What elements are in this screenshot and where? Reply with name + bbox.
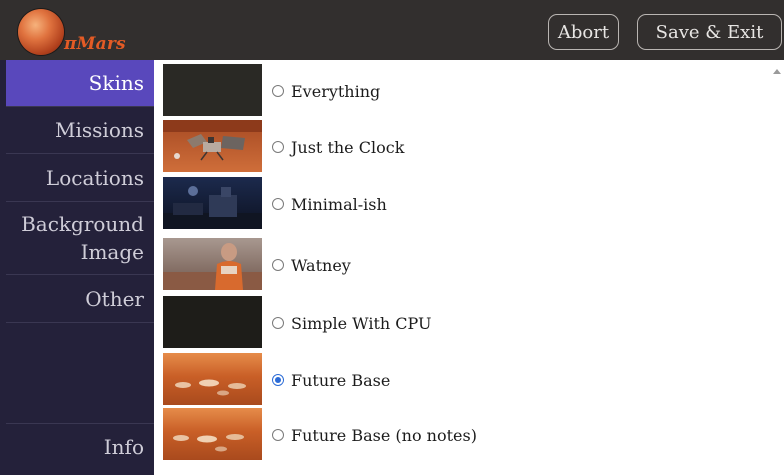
- list-item: Future Base (no notes): [163, 408, 763, 460]
- scroll-up-arrow-icon[interactable]: [773, 69, 781, 74]
- skin-thumbnail-dark[interactable]: [163, 64, 262, 116]
- sidebar-item-skins[interactable]: Skins: [6, 60, 154, 107]
- sidebar-item-label-line2: Image: [80, 240, 144, 264]
- skin-thumbnail-lander[interactable]: [163, 120, 262, 172]
- skin-radio-future-base[interactable]: [272, 374, 284, 386]
- header-bar: πMars Abort Save & Exit: [0, 0, 784, 60]
- skin-thumbnail-dark[interactable]: [163, 296, 262, 348]
- skin-label: Just the Clock: [291, 138, 405, 157]
- sidebar-item-other[interactable]: Other: [6, 275, 154, 323]
- scrollbar[interactable]: [770, 60, 784, 475]
- list-item: Everything: [163, 64, 763, 116]
- skin-label: Future Base: [291, 371, 391, 390]
- mars-logo-icon: [18, 9, 64, 55]
- skin-radio-everything[interactable]: [272, 85, 284, 97]
- sidebar-item-label: Background: [21, 212, 144, 236]
- skin-thumbnail-astronaut[interactable]: [163, 238, 262, 290]
- sidebar-item-locations[interactable]: Locations: [6, 154, 154, 202]
- list-item: Simple With CPU: [163, 296, 763, 348]
- skin-label: Simple With CPU: [291, 314, 432, 333]
- sidebar-item-info[interactable]: Info: [6, 423, 154, 470]
- list-item: Minimal-ish: [163, 177, 763, 229]
- save-exit-button[interactable]: Save & Exit: [637, 14, 782, 50]
- sidebar-item-label: Locations: [45, 165, 144, 190]
- skin-radio-watney[interactable]: [272, 259, 284, 271]
- skin-radio-just-the-clock[interactable]: [272, 141, 284, 153]
- skin-radio-minimal-ish[interactable]: [272, 198, 284, 210]
- skin-radio-future-base-no-notes[interactable]: [272, 429, 284, 441]
- list-item: Just the Clock: [163, 120, 763, 172]
- list-item: Watney: [163, 238, 763, 290]
- abort-button[interactable]: Abort: [548, 14, 619, 50]
- sidebar-item-label: Info: [103, 435, 144, 459]
- skin-thumbnail-mars-base[interactable]: [163, 353, 262, 405]
- skin-label: Watney: [291, 256, 351, 275]
- sidebar-item-missions[interactable]: Missions: [6, 107, 154, 154]
- sidebar-item-background-image[interactable]: Background Image: [6, 202, 154, 275]
- skin-label: Everything: [291, 82, 381, 101]
- sidebar-item-label: Other: [85, 286, 144, 311]
- sidebar-item-label: Missions: [55, 118, 144, 142]
- list-item: Future Base: [163, 353, 763, 405]
- skin-radio-simple-with-cpu[interactable]: [272, 317, 284, 329]
- app-name: πMars: [64, 34, 126, 54]
- skin-thumbnail-night-base[interactable]: [163, 177, 262, 229]
- skin-thumbnail-mars-base[interactable]: [163, 408, 262, 460]
- sidebar-item-label: Skins: [88, 71, 144, 95]
- skin-label: Future Base (no notes): [291, 426, 477, 445]
- skin-label: Minimal-ish: [291, 195, 387, 214]
